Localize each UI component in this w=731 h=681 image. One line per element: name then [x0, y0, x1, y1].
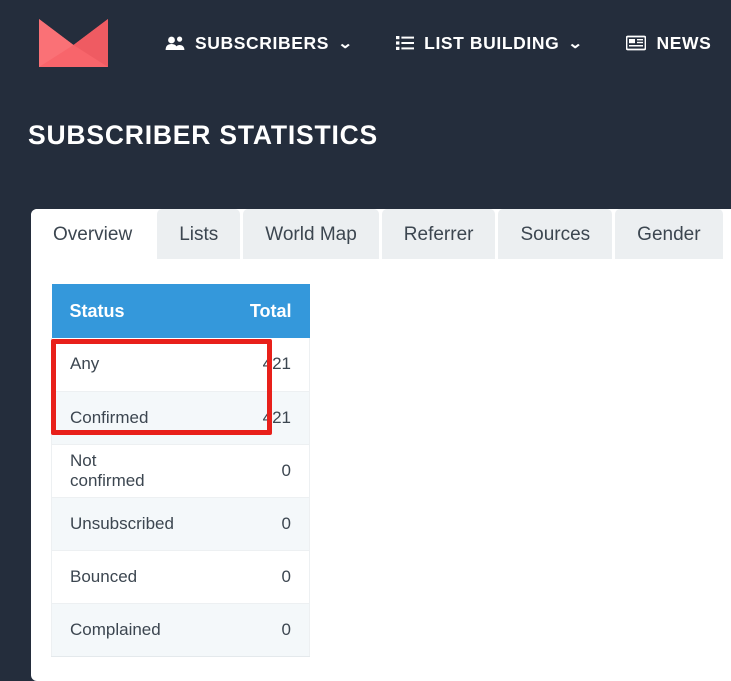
nav-item-newsletters[interactable]: NEWS — [626, 33, 711, 54]
nav-label-newsletters: NEWS — [656, 32, 712, 53]
cell-total: 421 — [180, 391, 310, 445]
users-icon — [165, 35, 185, 51]
nav-item-list-building[interactable]: LIST BUILDING ⌄ — [396, 32, 584, 54]
tab-referrer[interactable]: Referrer — [381, 209, 496, 259]
nav-item-subscribers[interactable]: SUBSCRIBERS ⌄ — [165, 32, 353, 54]
tab-label-gender: Gender — [637, 223, 701, 245]
tab-label-overview: Overview — [53, 223, 133, 245]
newspaper-icon — [626, 35, 647, 51]
table-row: Not confirmed 0 — [51, 444, 310, 498]
cell-status: Confirmed — [51, 391, 181, 445]
cell-total: 0 — [180, 444, 310, 498]
statistics-card: Overview Lists World Map Referrer Source… — [31, 209, 731, 681]
table-head: Status Total — [51, 284, 310, 338]
statistics-tabs: Overview Lists World Map Referrer Source… — [31, 209, 726, 259]
table-header-row: Status Total — [51, 284, 310, 338]
cell-status: Unsubscribed — [51, 497, 181, 551]
cell-status: Any — [51, 338, 181, 392]
cell-total: 0 — [180, 497, 310, 551]
tab-gender[interactable]: Gender — [615, 209, 723, 259]
page-title: SUBSCRIBER STATISTICS — [28, 120, 379, 150]
top-navigation-bar: SUBSCRIBERS ⌄ LIST BUILDING ⌄ NEWS — [0, 0, 731, 86]
cell-status: Complained — [51, 603, 181, 657]
tab-label-sources: Sources — [520, 223, 591, 245]
tab-sources[interactable]: Sources — [498, 209, 613, 259]
cell-status: Not confirmed — [51, 444, 181, 498]
table-row: Complained 0 — [51, 603, 310, 657]
tab-world-map[interactable]: World Map — [243, 209, 379, 259]
subscriber-status-table-wrapper: Status Total Any 421 Confirmed 421 Not c… — [51, 284, 310, 657]
envelope-logo[interactable] — [39, 19, 108, 67]
tab-label-lists: Lists — [179, 223, 219, 245]
tab-label-referrer: Referrer — [403, 223, 474, 245]
list-icon — [396, 35, 415, 51]
table-row: Confirmed 421 — [51, 391, 310, 445]
cell-total: 0 — [180, 550, 310, 604]
table-row: Unsubscribed 0 — [51, 497, 310, 551]
nav-label-list-building: LIST BUILDING — [424, 32, 560, 53]
column-header-status: Status — [51, 284, 181, 338]
tab-label-world-map: World Map — [265, 223, 357, 245]
main-nav-list: SUBSCRIBERS ⌄ LIST BUILDING ⌄ NEWS — [165, 33, 731, 54]
chevron-down-icon[interactable]: ⌄ — [337, 36, 353, 51]
cell-total: 0 — [180, 603, 310, 657]
subscriber-status-table: Status Total Any 421 Confirmed 421 Not c… — [51, 284, 310, 657]
table-row: Any 421 — [51, 338, 310, 392]
cell-status: Bounced — [51, 550, 181, 604]
chevron-down-icon[interactable]: ⌄ — [568, 36, 584, 51]
tab-overview[interactable]: Overview — [31, 209, 155, 259]
nav-label-subscribers: SUBSCRIBERS — [195, 32, 329, 53]
table-row: Bounced 0 — [51, 550, 310, 604]
column-header-total: Total — [180, 284, 310, 338]
cell-total: 421 — [180, 338, 310, 392]
tab-lists[interactable]: Lists — [157, 209, 241, 259]
table-body: Any 421 Confirmed 421 Not confirmed 0 Un… — [51, 338, 310, 657]
